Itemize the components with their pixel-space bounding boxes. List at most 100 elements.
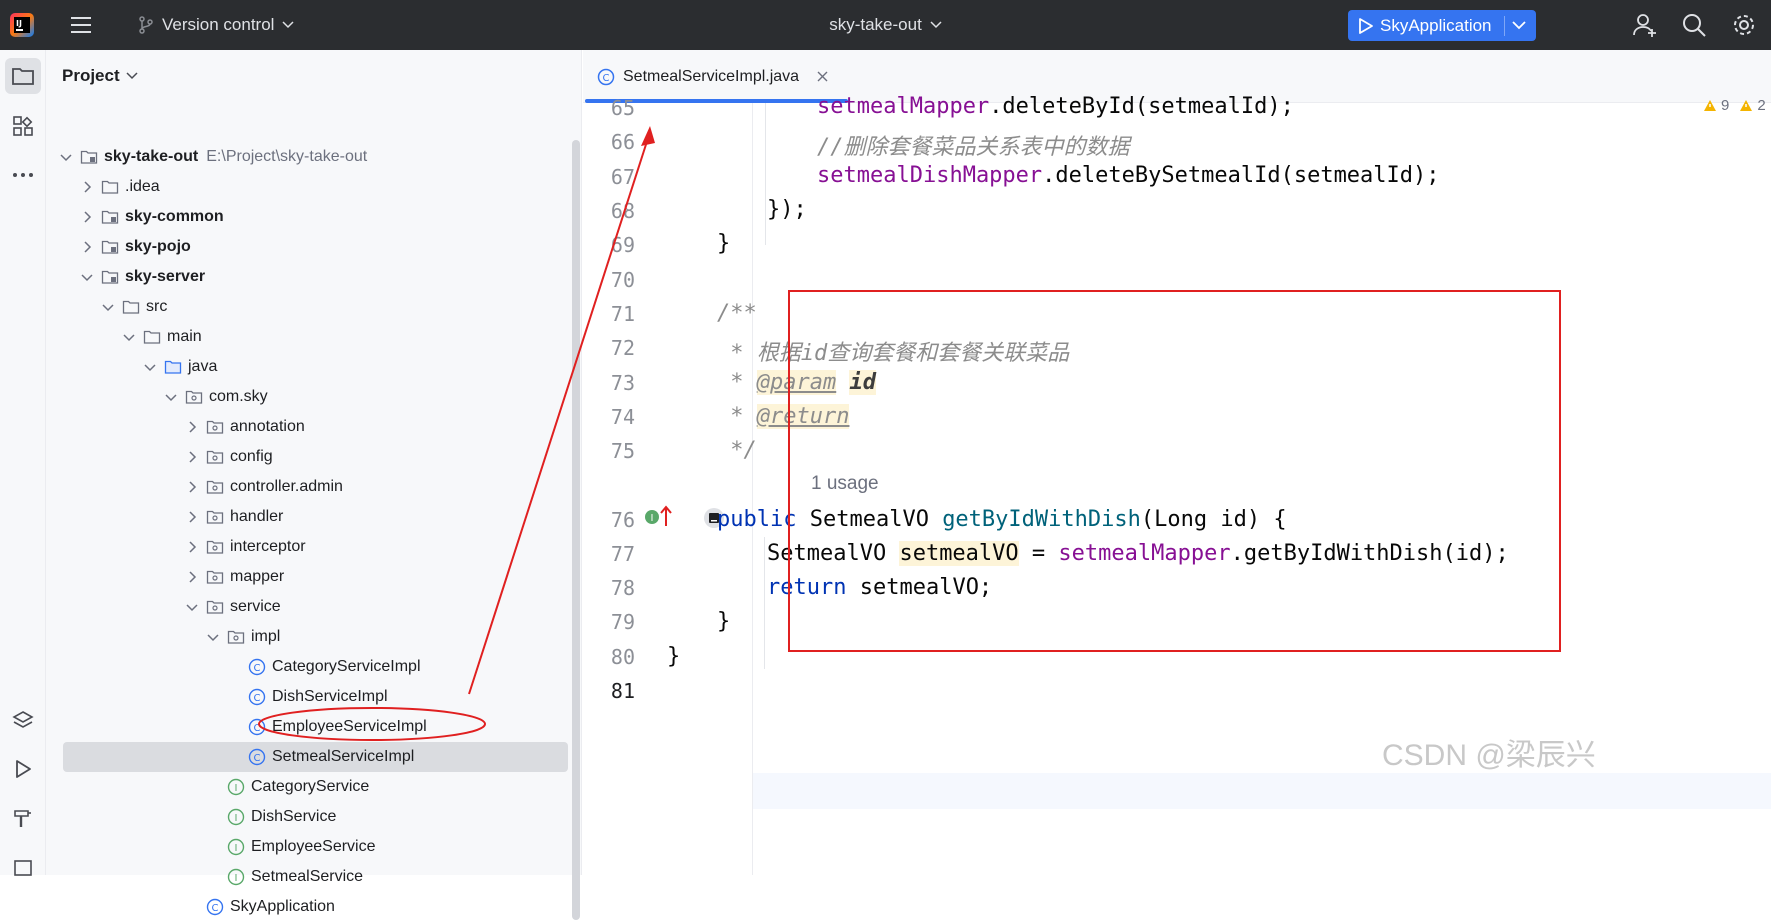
run-configuration-label: SkyApplication bbox=[1380, 15, 1492, 35]
chevron-right-icon[interactable] bbox=[184, 479, 200, 495]
tree-item-src[interactable]: src bbox=[46, 292, 566, 322]
tree-item-handler[interactable]: handler bbox=[46, 502, 566, 532]
chevron-down-icon[interactable] bbox=[58, 149, 74, 165]
tree-item-label: SetmealService bbox=[251, 868, 364, 885]
project-panel-header[interactable]: Project bbox=[62, 66, 138, 86]
main-menu-button[interactable] bbox=[70, 0, 92, 50]
current-line-highlight bbox=[753, 773, 1771, 809]
layers-icon bbox=[12, 711, 34, 728]
chevron-down-icon[interactable] bbox=[121, 329, 137, 345]
structure-tool-button[interactable] bbox=[5, 108, 41, 144]
settings-gear-icon[interactable] bbox=[1731, 12, 1757, 38]
intellij-logo-icon[interactable]: IJ bbox=[8, 11, 36, 39]
usage-hint[interactable]: 1 usage bbox=[811, 473, 879, 495]
run-configuration-button[interactable]: SkyApplication bbox=[1348, 10, 1536, 41]
chevron-right-icon[interactable] bbox=[184, 509, 200, 525]
tree-item-impl[interactable]: impl bbox=[46, 622, 566, 652]
code-line-78: return setmealVO; bbox=[767, 575, 993, 600]
tree-item-sky-take-out[interactable]: sky-take-out E:\Project\sky-take-out bbox=[46, 142, 566, 172]
line-number: 76 bbox=[610, 508, 635, 532]
tree-item-java[interactable]: java bbox=[46, 352, 566, 382]
tree-item-sky-common[interactable]: sky-common bbox=[46, 202, 566, 232]
tree-item-label: interceptor bbox=[230, 538, 306, 555]
tree-item-dishserviceimpl[interactable]: C DishServiceImpl bbox=[46, 682, 566, 712]
tree-item-com-sky[interactable]: com.sky bbox=[46, 382, 566, 412]
chevron-down-icon[interactable] bbox=[205, 629, 221, 645]
terminal-tool-button[interactable] bbox=[5, 849, 41, 885]
tree-item-setmealserviceimpl[interactable]: C SetmealServiceImpl bbox=[63, 742, 568, 772]
indent-guide bbox=[765, 103, 766, 245]
svg-text:I: I bbox=[235, 813, 238, 824]
indent-guide bbox=[764, 537, 765, 669]
code-line-69: } bbox=[717, 231, 731, 256]
tree-item-label: annotation bbox=[230, 418, 305, 435]
tool-window-strip bbox=[0, 50, 46, 876]
chevron-right-icon[interactable] bbox=[79, 179, 95, 195]
version-control-menu[interactable]: Version control bbox=[138, 0, 294, 50]
chevron-right-icon[interactable] bbox=[79, 239, 95, 255]
tree-item-path: E:\Project\sky-take-out bbox=[206, 148, 368, 165]
chevron-right-icon[interactable] bbox=[79, 209, 95, 225]
chevron-right-icon[interactable] bbox=[184, 569, 200, 585]
search-icon[interactable] bbox=[1681, 12, 1707, 38]
tree-item-mapper[interactable]: mapper bbox=[46, 562, 566, 592]
run-tool-button[interactable] bbox=[5, 751, 41, 787]
chevron-right-icon[interactable] bbox=[184, 449, 200, 465]
chevron-down-icon[interactable] bbox=[184, 599, 200, 615]
tree-item-sky-server[interactable]: sky-server bbox=[46, 262, 566, 292]
tree-item-dishservice[interactable]: I DishService bbox=[46, 802, 566, 832]
code-line-65: setmealMapper.deleteById(setmealId); bbox=[817, 94, 1294, 119]
tree-item-label: DishServiceImpl bbox=[272, 688, 388, 705]
add-user-icon[interactable] bbox=[1632, 12, 1658, 38]
tree-item-skyapplication[interactable]: C SkyApplication bbox=[46, 892, 566, 922]
tree-item-main[interactable]: main bbox=[46, 322, 566, 352]
tree-item-categoryserviceimpl[interactable]: C CategoryServiceImpl bbox=[46, 652, 566, 682]
package-icon bbox=[206, 568, 224, 586]
more-tools-button[interactable] bbox=[5, 157, 41, 193]
project-switcher[interactable]: sky-take-out bbox=[829, 15, 942, 35]
close-icon[interactable] bbox=[817, 71, 828, 82]
tree-item-setmealservice[interactable]: I SetmealService bbox=[46, 862, 566, 892]
line-number: 70 bbox=[610, 268, 635, 292]
chevron-down-icon[interactable] bbox=[1512, 21, 1526, 30]
layers-tool-button[interactable] bbox=[5, 702, 41, 738]
module-folder-icon bbox=[101, 208, 119, 226]
chevron-down-icon[interactable] bbox=[100, 299, 116, 315]
tree-item-idea[interactable]: .idea bbox=[46, 172, 566, 202]
folder-icon bbox=[12, 68, 34, 85]
chevron-down-icon[interactable] bbox=[79, 269, 95, 285]
line-number: 81 bbox=[610, 679, 635, 703]
tree-item-label: CategoryService bbox=[251, 778, 370, 795]
tree-item-label: mapper bbox=[230, 568, 285, 585]
tree-item-sky-pojo[interactable]: sky-pojo bbox=[46, 232, 566, 262]
tab-label: SetmealServiceImpl.java bbox=[623, 67, 800, 85]
tree-item-config[interactable]: config bbox=[46, 442, 566, 472]
project-tool-button[interactable] bbox=[5, 58, 41, 94]
code-line-80: } bbox=[667, 644, 681, 669]
inspection-widget[interactable]: 9 2 bbox=[1703, 97, 1766, 114]
line-number: 68 bbox=[610, 199, 635, 223]
implements-method-icon[interactable]: I bbox=[643, 508, 661, 526]
svg-text:C: C bbox=[212, 903, 219, 914]
tree-item-controller-admin[interactable]: controller.admin bbox=[46, 472, 566, 502]
tree-item-service[interactable]: service bbox=[46, 592, 566, 622]
project-scrollbar[interactable] bbox=[572, 140, 580, 920]
tree-item-annotation[interactable]: annotation bbox=[46, 412, 566, 442]
tree-item-employeeservice[interactable]: I EmployeeService bbox=[46, 832, 566, 862]
code-line-72: * 根据id查询套餐和套餐关联菜品 bbox=[717, 341, 1070, 366]
line-number: 74 bbox=[610, 405, 635, 429]
tree-item-categoryservice[interactable]: I CategoryService bbox=[46, 772, 566, 802]
chevron-right-icon[interactable] bbox=[184, 539, 200, 555]
line-number: 80 bbox=[610, 645, 635, 669]
module-folder-icon bbox=[101, 238, 119, 256]
build-tool-button[interactable] bbox=[5, 800, 41, 836]
chevron-down-icon[interactable] bbox=[142, 359, 158, 375]
chevron-right-icon[interactable] bbox=[184, 419, 200, 435]
tree-item-interceptor[interactable]: interceptor bbox=[46, 532, 566, 562]
code-line-74: * @return bbox=[717, 404, 850, 429]
package-icon bbox=[206, 508, 224, 526]
chevron-down-icon[interactable] bbox=[163, 389, 179, 405]
interface-icon: I bbox=[227, 868, 245, 886]
tree-item-employeeserviceimpl[interactable]: C EmployeeServiceImpl bbox=[46, 712, 566, 742]
code-line-68: }); bbox=[767, 197, 807, 222]
